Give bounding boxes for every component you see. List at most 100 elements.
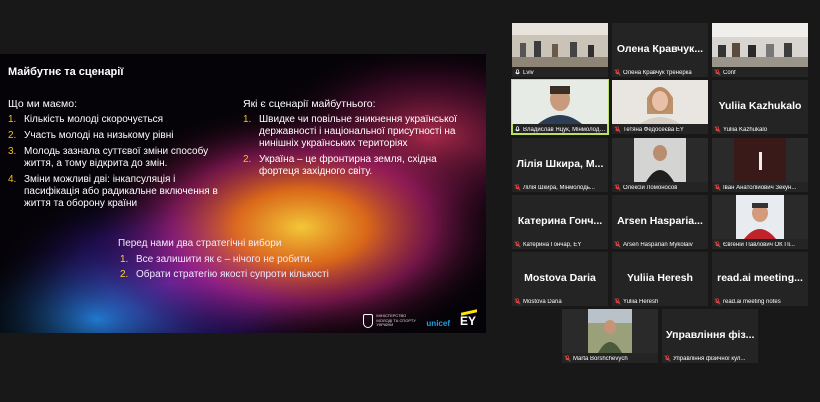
participant-name-caption: Олена Кравчук тренерка: [614, 69, 706, 76]
participant-name-caption: Катерина Гончар, EY: [514, 241, 606, 248]
participant-name: Тетяна Федосеєва EY: [623, 126, 684, 133]
participant-video: [512, 23, 608, 67]
sponsor-logos: МІНІСТЕРСТВО МОЛОДІ ТА СПОРТУ УКРАЇНИ un…: [363, 311, 476, 328]
list-number: 1.: [243, 114, 252, 125]
participant-center-name: Yuliia Kazhukalo: [718, 99, 802, 112]
participant-name-caption: Управління фізичної кул...: [664, 355, 756, 362]
list-text: Україна – це фронтирна земля, східна фор…: [259, 154, 437, 177]
participant-tile[interactable]: Євгеній Павлович ОК Пі...: [712, 195, 808, 249]
zoom-meeting-window: Майбутнє та сценарії Що ми маємо: Які є …: [0, 0, 820, 402]
list-text: Зміни можливі двi: інкапсуляція і пасифі…: [24, 174, 218, 209]
participant-tile[interactable]: Arsen Hasparia... Arsen Hasparian Mykolai…: [612, 195, 708, 249]
participant-name: Іван Анатолійович Зекун...: [723, 184, 797, 191]
participant-name-caption: Євгеній Павлович ОК Пі...: [714, 241, 806, 248]
participant-name-caption: Тетяна Федосеєва EY: [614, 126, 706, 133]
participant-name: Yuliia Heresh: [623, 298, 659, 305]
current-state-item: 4. Зміни можливі двi: інкапсуляція і паси…: [8, 174, 223, 210]
current-state-item: 2. Участь молоді на низькому рівні: [8, 130, 223, 142]
shared-presentation-slide: Майбутнє та сценарії Що ми маємо: Які є …: [0, 54, 486, 333]
list-text: Швидке чи повільне зникнення української…: [259, 114, 457, 149]
list-text: Кількість молоді скорочується: [24, 114, 164, 125]
participant-tile[interactable]: Катерина Гонч... Катерина Гончар, EY: [512, 195, 608, 249]
unicef-logo: unicef: [426, 319, 450, 328]
participant-name: Олена Кравчук тренерка: [623, 69, 692, 76]
participant-center-name: Yuliia Heresh: [627, 271, 693, 284]
scenario-item: 2. Україна – це фронтирна земля, східна ф…: [243, 154, 468, 178]
participant-tile[interactable]: Mostova Daria Mostova Daria: [512, 252, 608, 306]
participant-name-caption: Marta Borshchevych: [564, 355, 656, 362]
future-scenarios-list: 1. Швидке чи повільне зникнення українськ…: [243, 114, 468, 182]
participant-name: read.ai meeting notes: [723, 298, 781, 305]
muted-mic-icon: [714, 184, 721, 191]
current-state-item: 3. Молодь зазнала суттєвої зміни способу …: [8, 146, 223, 170]
participant-name-caption: Лілія Шкира, Мінмолодь...: [514, 184, 606, 191]
list-number: 1.: [8, 114, 17, 125]
participant-name: Управління фізичної кул...: [673, 355, 746, 362]
participant-name: Marta Borshchevych: [573, 355, 628, 362]
participant-tile[interactable]: Управління фіз... Управління фізичної кул…: [662, 309, 758, 363]
participant-name-caption: Yuliia Heresh: [614, 298, 706, 305]
participant-video: [512, 80, 608, 124]
participant-tile[interactable]: read.ai meeting... read.ai meeting notes: [712, 252, 808, 306]
participant-name-caption: Yuliia Kazhukalo: [714, 126, 806, 133]
ey-logo: EY: [460, 311, 476, 328]
muted-mic-icon: [614, 241, 621, 248]
trident-seal-icon: [363, 314, 374, 328]
participant-tile[interactable]: Yuliia Heresh Yuliia Heresh: [612, 252, 708, 306]
participant-center-name: Олена Кравчук...: [616, 42, 704, 55]
participant-tile[interactable]: Тетяна Федосеєва EY: [612, 80, 708, 134]
participant-name-caption: Владислав Яцук, Мінмолодь...: [514, 126, 606, 133]
participant-center-name: Катерина Гонч...: [517, 214, 603, 227]
muted-mic-icon: [614, 69, 621, 76]
participant-name: Mostova Daria: [523, 298, 562, 305]
participant-name-caption: Іван Анатолійович Зекун...: [714, 184, 806, 191]
current-state-item: 1. Кількість молоді скорочується: [8, 114, 223, 126]
participant-name: Conf: [723, 69, 736, 76]
participant-name: Катерина Гончар, EY: [523, 241, 582, 248]
muted-mic-icon: [614, 184, 621, 191]
participant-tile[interactable]: Marta Borshchevych: [562, 309, 658, 363]
participant-name-caption: Lviv: [514, 69, 606, 76]
scenario-item: 1. Швидке чи повільне зникнення українськ…: [243, 114, 468, 150]
participant-name: Владислав Яцук, Мінмолодь...: [523, 126, 606, 133]
participant-video: [612, 80, 708, 124]
muted-mic-icon: [514, 298, 521, 305]
participant-tile[interactable]: Лілія Шкира, М... Лілія Шкира, Мінмолодь.…: [512, 138, 608, 192]
muted-mic-icon: [714, 69, 721, 76]
participant-name-caption: Mostova Daria: [514, 298, 606, 305]
participant-tile[interactable]: Іван Анатолійович Зекун...: [712, 138, 808, 192]
participant-name-caption: Conf: [714, 69, 806, 76]
strategy-options-list: 1. Все залишити як є – нічого не робити. 2…: [120, 254, 355, 284]
participant-tile[interactable]: Владислав Яцук, Мінмолодь...: [511, 79, 609, 135]
list-number: 3.: [8, 146, 17, 157]
muted-mic-icon: [714, 241, 721, 248]
mic-icon: [515, 69, 520, 75]
muted-mic-icon: [614, 298, 621, 305]
participant-video: [712, 23, 808, 67]
participant-name: Лілія Шкира, Мінмолодь...: [523, 184, 595, 191]
participant-tile[interactable]: Conf: [712, 23, 808, 77]
list-text: Все залишити як є – нічого не робити.: [136, 254, 313, 265]
participant-name: Yuliia Kazhukalo: [723, 126, 768, 133]
participant-tile[interactable]: Олена Кравчук... Олена Кравчук тренерка: [612, 23, 708, 77]
muted-mic-icon: [514, 184, 521, 191]
strategy-heading: Перед нами два стратегічні вибори: [118, 238, 282, 249]
participant-tile[interactable]: Олексій Ломоносов: [612, 138, 708, 192]
participant-name-caption: read.ai meeting notes: [714, 298, 806, 305]
participant-name: Arsen Hasparian Mykolaiv: [623, 241, 693, 248]
list-text: Участь молоді на низькому рівні: [24, 130, 174, 141]
muted-mic-icon: [714, 126, 721, 133]
current-state-list: 1. Кількість молоді скорочується 2. Участь …: [8, 114, 223, 214]
ministry-logo: МІНІСТЕРСТВО МОЛОДІ ТА СПОРТУ УКРАЇНИ: [363, 313, 416, 328]
mic-icon: [515, 126, 520, 132]
slide-title: Майбутнє та сценарії: [8, 66, 124, 78]
participant-name: Євгеній Павлович ОК Пі...: [723, 241, 795, 248]
list-number: 4.: [8, 174, 17, 185]
participant-video: [712, 195, 808, 239]
strategy-option-item: 1. Все залишити як є – нічого не робити.: [120, 254, 355, 266]
left-column-heading: Що ми маємо:: [8, 98, 77, 110]
participant-video: [712, 138, 808, 182]
participant-tile[interactable]: Lviv: [512, 23, 608, 77]
participant-tile[interactable]: Yuliia Kazhukalo Yuliia Kazhukalo: [712, 80, 808, 134]
participant-center-name: Управління фіз...: [666, 328, 754, 341]
